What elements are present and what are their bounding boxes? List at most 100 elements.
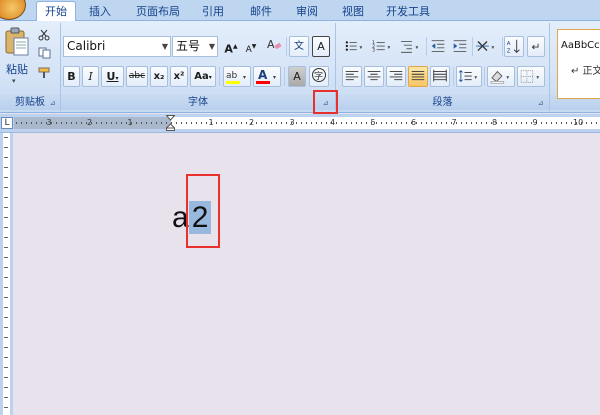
vertical-ruler-tick [4, 247, 8, 248]
ruler-tick [476, 122, 477, 124]
ruler-tick [566, 122, 567, 124]
font-color-icon: A ▾ [256, 68, 276, 84]
tab-developer[interactable]: 开发工具 [382, 3, 434, 21]
indent-marker-icon[interactable] [166, 115, 175, 131]
bold-button[interactable]: B [63, 66, 80, 87]
tab-review[interactable]: 审阅 [290, 3, 324, 21]
vertical-ruler-tick [4, 377, 8, 378]
svg-text:▾: ▾ [360, 45, 363, 51]
ruler-tick [396, 122, 397, 124]
tab-page-layout[interactable]: 页面布局 [130, 3, 186, 21]
ruler-number: 5 [370, 118, 376, 127]
ruler-tick [541, 122, 542, 124]
bullets-icon[interactable]: ▾ [342, 36, 368, 57]
grow-font-button[interactable]: A▲ [222, 36, 240, 57]
enclose-characters-button[interactable]: 字 [309, 66, 329, 87]
justify-icon[interactable] [408, 66, 428, 87]
strikethrough-button[interactable]: abc [126, 66, 148, 87]
superscript-button[interactable]: x² [170, 66, 188, 87]
tab-selector-icon[interactable]: L [1, 117, 13, 129]
distributed-icon[interactable] [430, 66, 450, 87]
align-center-icon[interactable] [364, 66, 384, 87]
align-left-icon[interactable] [342, 66, 362, 87]
office-button[interactable] [0, 0, 26, 20]
ruler-tick [286, 122, 287, 124]
shrink-font-button[interactable]: A▼ [242, 36, 260, 57]
vertical-ruler-tick [4, 317, 8, 318]
ruler-tick [96, 122, 97, 124]
clear-formatting-button[interactable]: A [264, 36, 284, 57]
horizontal-ruler[interactable]: L 3 2 1 1 2 3 4 5 6 7 8 9 10 [0, 114, 600, 133]
svg-text:▾: ▾ [243, 74, 246, 81]
character-shading-button[interactable]: A [288, 66, 306, 87]
ruler-tick [526, 122, 527, 124]
increase-indent-icon[interactable] [450, 36, 470, 57]
ruler-tick [191, 122, 192, 124]
ruler-tick [186, 122, 187, 124]
ruler-number: 1 [127, 118, 133, 127]
underline-button[interactable]: U▾ [101, 66, 124, 87]
italic-button[interactable]: I [82, 66, 99, 87]
font-color-button[interactable]: A ▾ [253, 66, 281, 87]
tab-references[interactable]: 引用 [196, 3, 230, 21]
align-right-icon[interactable] [386, 66, 406, 87]
line-spacing-icon[interactable]: ▾ [456, 66, 482, 87]
tab-insert[interactable]: 插入 [82, 3, 118, 21]
vertical-ruler[interactable] [0, 133, 13, 415]
ruler-number: 2 [249, 118, 255, 127]
ruler-tick [596, 122, 597, 124]
ruler-tick [586, 122, 587, 124]
clipboard-dialog-launcher-icon[interactable]: ⊿ [48, 99, 57, 108]
decrease-indent-icon[interactable] [428, 36, 448, 57]
style-gallery-item-normal[interactable]: AaBbCcDd ↵ 正文 [557, 29, 600, 99]
format-painter-icon[interactable] [38, 67, 51, 79]
ruler-tick [391, 122, 392, 124]
separator [472, 37, 473, 56]
shading-icon[interactable]: ▾ [487, 66, 515, 87]
paste-icon[interactable] [4, 27, 30, 57]
ruler-tick [401, 122, 402, 124]
vertical-ruler-tick [4, 297, 8, 298]
change-case-button[interactable]: Aa▾ [190, 66, 216, 87]
paste-dropdown-arrow-icon[interactable]: ▾ [12, 77, 16, 85]
subscript-button[interactable]: x₂ [150, 66, 168, 87]
font-name-dropdown[interactable]: Calibri ▼ [63, 36, 171, 57]
sort-icon[interactable]: AZ [504, 36, 524, 57]
tab-home[interactable]: 开始 [36, 1, 76, 22]
vertical-ruler-tick [4, 327, 8, 328]
separator [453, 67, 454, 86]
ruler-tick [426, 122, 427, 124]
paragraph-dialog-launcher-icon[interactable]: ⊿ [536, 99, 545, 108]
vertical-ruler-tick [4, 407, 8, 408]
borders-icon[interactable]: ▾ [517, 66, 545, 87]
cut-icon[interactable] [38, 29, 50, 41]
vertical-ruler-tick [4, 157, 8, 158]
paste-button-label[interactable]: 粘贴 [4, 61, 30, 77]
svg-text:▾: ▾ [536, 75, 539, 81]
ruler-number: 4 [330, 118, 336, 127]
text-highlight-color-button[interactable]: ab ▾ [223, 66, 251, 87]
phonetic-guide-button[interactable]: 文 [289, 36, 309, 57]
multilevel-list-icon[interactable]: ▾ [398, 36, 424, 57]
vertical-ruler-tick [4, 277, 8, 278]
document-area[interactable]: a2 [13, 133, 600, 415]
tab-mailings[interactable]: 邮件 [244, 3, 278, 21]
ruler-tick [266, 122, 267, 124]
ruler-tick [306, 122, 307, 124]
copy-icon[interactable] [38, 47, 51, 59]
ruler-tick [421, 122, 422, 124]
numbering-icon[interactable]: 123 ▾ [370, 36, 396, 57]
ruler-tick [81, 122, 82, 124]
font-size-dropdown[interactable]: 五号 ▼ [172, 36, 218, 57]
ruler-tick [351, 122, 352, 124]
ruler-tick [151, 122, 152, 124]
svg-text:↵: ↵ [532, 41, 541, 54]
ruler-tick [346, 122, 347, 124]
character-border-button[interactable]: A [312, 36, 330, 57]
chinese-layout-icon[interactable]: ▾ [474, 36, 500, 57]
show-hide-marks-icon[interactable]: ↵ [527, 36, 545, 57]
ruler-number: 1 [208, 118, 214, 127]
vertical-ruler-tick [4, 147, 8, 148]
tab-view[interactable]: 视图 [336, 3, 370, 21]
ribbon: 粘贴 ▾ 剪贴板 ⊿ Calibri ▼ 五号 ▼ A▲ A▼ A 文 A B … [0, 21, 600, 113]
